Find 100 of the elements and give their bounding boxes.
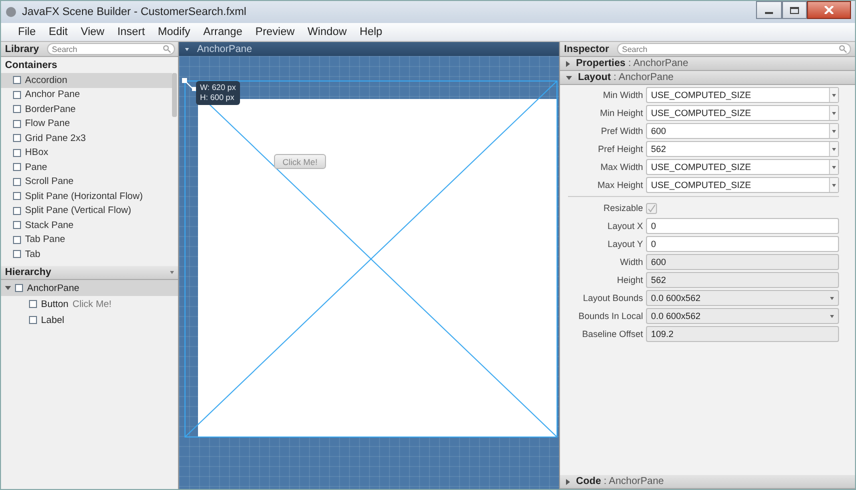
property-label: Layout X xyxy=(606,221,643,231)
property-label: Height xyxy=(616,275,643,285)
disclosure-icon[interactable] xyxy=(5,286,11,290)
property-label: Pref Width xyxy=(600,126,643,136)
library-item[interactable]: Tab xyxy=(1,247,172,262)
caret-icon[interactable] xyxy=(170,271,174,274)
library-item[interactable]: Accordion xyxy=(1,73,172,88)
menu-item[interactable]: Help xyxy=(360,26,382,38)
combo-field[interactable]: USE_COMPUTED_SIZE xyxy=(646,87,839,103)
scroll-bar[interactable] xyxy=(172,73,177,117)
maximize-icon xyxy=(790,6,799,14)
item-label: BorderPane xyxy=(25,104,76,115)
library-item[interactable]: Split Pane (Vertical Flow) xyxy=(1,204,172,218)
field-value: USE_COMPUTED_SIZE xyxy=(651,162,752,172)
combo-field[interactable]: USE_COMPUTED_SIZE xyxy=(646,159,839,175)
bounds-field[interactable]: 0.0 600x562 xyxy=(646,290,839,306)
menu-item[interactable]: Edit xyxy=(48,26,68,38)
combo-field[interactable]: USE_COMPUTED_SIZE xyxy=(646,105,839,121)
dropdown-button[interactable] xyxy=(829,142,838,156)
section-header[interactable]: Properties : AnchorPane xyxy=(560,57,855,71)
caret-icon xyxy=(830,296,834,300)
disclosure-icon xyxy=(566,76,572,80)
bounds-field[interactable]: 0.0 600x562 xyxy=(646,308,839,324)
field-value: 600 xyxy=(651,126,668,136)
property-label: Min Width xyxy=(602,90,643,100)
menu-item[interactable]: Insert xyxy=(117,26,145,38)
search-icon xyxy=(839,45,847,53)
tree-item[interactable]: Label xyxy=(1,312,178,328)
dropdown-button[interactable] xyxy=(829,160,838,174)
library-item[interactable]: Tab Pane xyxy=(1,232,172,247)
field-value: 0.0 600x562 xyxy=(651,311,702,321)
size-text: W: 620 px xyxy=(200,83,236,93)
library-item[interactable]: Split Pane (Horizontal Flow) xyxy=(1,189,172,204)
field-value: USE_COMPUTED_SIZE xyxy=(651,90,752,100)
minimize-button[interactable] xyxy=(756,1,782,19)
item-label: HBox xyxy=(25,147,48,158)
field-value: 562 xyxy=(651,144,668,154)
item-label: Grid Pane 2x3 xyxy=(25,132,86,144)
section-title: Layout : AnchorPane xyxy=(578,72,674,83)
node-icon xyxy=(29,300,37,308)
section-title: Properties : AnchorPane xyxy=(576,58,688,69)
item-label: Anchor Pane xyxy=(25,89,80,100)
node-icon xyxy=(15,284,23,292)
property-label: Layout Y xyxy=(606,239,643,249)
search-field[interactable]: Search xyxy=(46,43,175,55)
resize-handle[interactable] xyxy=(182,78,196,91)
property-label: Max Height xyxy=(596,180,643,190)
menu-item[interactable]: Arrange xyxy=(203,26,242,38)
property-label: Pref Height xyxy=(596,144,643,154)
tree-item[interactable]: AnchorPane xyxy=(1,280,178,296)
close-button[interactable] xyxy=(807,1,851,19)
menu-item[interactable]: Modify xyxy=(158,26,190,38)
menu-item[interactable]: Preview xyxy=(255,26,295,38)
library-item[interactable]: HBox xyxy=(1,146,172,160)
maximize-button[interactable] xyxy=(782,1,807,19)
dropdown-button[interactable] xyxy=(829,124,838,138)
menu-item[interactable]: File xyxy=(18,26,36,38)
node-icon xyxy=(29,316,37,324)
node-label: Button xyxy=(41,298,68,310)
panel-title: Hierarchy xyxy=(5,267,52,278)
minimize-icon xyxy=(765,12,773,14)
section-header[interactable]: Code : AnchorPane xyxy=(560,475,855,489)
menu-item[interactable]: Window xyxy=(308,26,347,38)
combo-field[interactable]: 600 xyxy=(646,123,839,139)
panel-title: Inspector xyxy=(564,44,610,54)
text-field[interactable]: 0 xyxy=(646,236,839,252)
item-label: Accordion xyxy=(25,74,68,86)
dropdown-button[interactable] xyxy=(829,106,838,120)
caret-icon xyxy=(830,314,834,318)
text-field[interactable]: 0 xyxy=(646,218,839,234)
item-label: Tab Pane xyxy=(25,234,66,246)
library-item[interactable]: Anchor Pane xyxy=(1,88,172,102)
search-field[interactable]: Search xyxy=(617,43,851,55)
combo-field[interactable]: USE_COMPUTED_SIZE xyxy=(646,177,839,193)
item-label: Tab xyxy=(25,248,40,260)
library-item[interactable]: Grid Pane 2x3 xyxy=(1,131,172,146)
close-icon xyxy=(824,6,834,14)
property-label: Bounds In Local xyxy=(577,311,643,321)
item-label: Split Pane (Horizontal Flow) xyxy=(25,190,143,202)
size-text: H: 600 px xyxy=(200,93,236,103)
library-item[interactable]: Pane xyxy=(1,160,172,174)
item-label: Split Pane (Vertical Flow) xyxy=(25,205,132,216)
tree-item[interactable]: Button Click Me! xyxy=(1,296,178,312)
item-label: Scroll Pane xyxy=(25,176,74,188)
library-item[interactable]: Stack Pane xyxy=(1,218,172,232)
property-label: Width xyxy=(618,257,643,267)
node-label: Label xyxy=(41,314,64,326)
library-item[interactable]: Scroll Pane xyxy=(1,174,172,189)
property-label: Layout Bounds xyxy=(582,293,643,303)
library-item[interactable]: BorderPane xyxy=(1,102,172,116)
dropdown-button[interactable] xyxy=(829,178,838,192)
dropdown-button[interactable] xyxy=(829,88,838,102)
combo-field[interactable]: 562 xyxy=(646,141,839,157)
canvas-title: AnchorPane xyxy=(197,44,252,54)
panel-title: Library xyxy=(5,44,39,54)
library-item[interactable]: Flow Pane xyxy=(1,116,172,131)
readonly-field: 562 xyxy=(646,272,839,288)
readonly-field: 109.2 xyxy=(646,326,839,342)
section-header[interactable]: Layout : AnchorPane xyxy=(560,71,855,85)
menu-item[interactable]: View xyxy=(80,26,104,38)
